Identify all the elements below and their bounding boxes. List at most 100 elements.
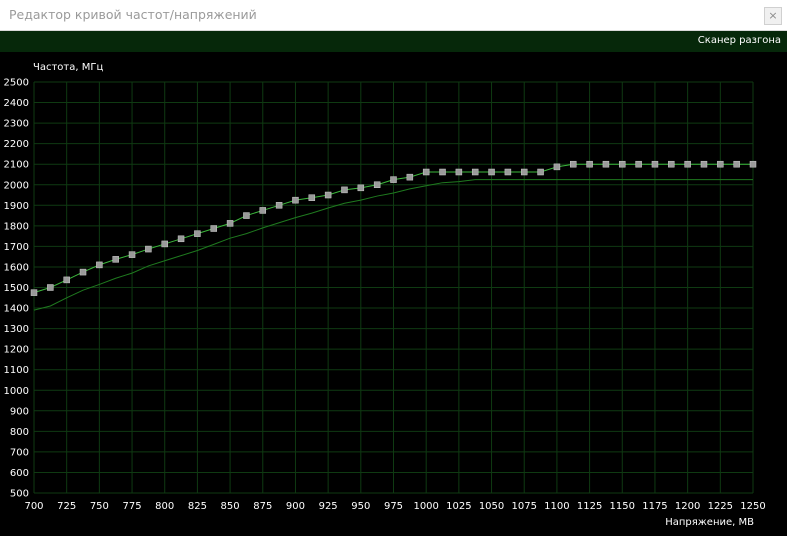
curve-point[interactable] [422,168,430,176]
x-axis-label: Напряжение, МВ [665,517,754,528]
curve-point[interactable] [341,186,348,194]
y-axis-label: Частота, МГц [33,62,103,73]
y-tick-label: 2200 [4,139,29,150]
curve-point[interactable] [194,230,201,237]
overclock-scanner-button[interactable]: Сканер разгона [698,35,781,46]
y-tick-label: 2500 [4,78,29,89]
curve-point[interactable] [357,184,365,192]
curve-point[interactable] [717,160,724,168]
vf-curve-chart[interactable]: 500 600 700 800 900 1000 1100 1200 1300 1400 1500 1… [0,52,787,536]
x-tick-label: 975 [384,501,403,512]
y-tick-label: 1600 [4,262,29,273]
curve-point[interactable] [243,212,250,219]
y-tick-label: 1100 [4,365,29,376]
y-tick-label: 2400 [4,98,29,109]
curve-point[interactable] [63,276,70,284]
curve-point[interactable] [308,194,316,201]
curve-point[interactable] [324,191,332,199]
x-tick-label: 825 [188,501,207,512]
x-tick-label: 1250 [740,501,765,512]
y-tick-label: 700 [10,447,29,458]
y-axis-ticks: 500 600 700 800 900 1000 1100 1200 1300 1400 1500 1… [4,78,29,500]
curve-point[interactable] [602,160,610,168]
y-tick-label: 1800 [4,221,29,232]
curve-point[interactable] [47,284,54,291]
x-tick-label: 1150 [610,501,635,512]
y-tick-label: 800 [10,427,29,438]
toolbar: Сканер разгона [0,31,787,52]
y-tick-label: 2300 [4,119,29,130]
y-tick-label: 900 [10,406,29,417]
curve-point[interactable] [373,181,381,188]
curve-point[interactable] [651,160,659,168]
y-tick-label: 1500 [4,283,29,294]
x-tick-label: 850 [221,501,240,512]
y-tick-label: 1400 [4,304,29,315]
x-tick-label: 1025 [446,501,471,512]
y-tick-label: 1300 [4,324,29,335]
curve-point[interactable] [292,196,299,204]
curve-point[interactable] [684,160,691,168]
title-bar: Редактор кривой частот/напряжений × [0,0,787,31]
curve-point[interactable] [390,176,397,183]
y-tick-label: 1000 [4,386,29,397]
curve-point[interactable] [259,207,267,214]
curve-point[interactable] [520,168,528,176]
y-tick-label: 1700 [4,242,29,253]
x-tick-label: 1050 [479,501,504,512]
curve-point[interactable] [471,168,479,176]
x-tick-label: 950 [351,501,370,512]
x-tick-label: 775 [122,501,141,512]
curve-point[interactable] [128,251,136,258]
curve-point[interactable] [504,168,512,176]
x-tick-label: 1225 [708,501,733,512]
curve-point[interactable] [455,168,463,176]
x-axis-ticks: 700 725 750 775 800 825 850 875 900 925 950 975 1000… [24,501,765,512]
curve-point[interactable] [635,160,642,168]
x-tick-label: 900 [286,501,305,512]
curve-point[interactable] [619,160,626,168]
curve-point[interactable] [210,225,217,232]
curve-point[interactable] [586,160,593,168]
curve-point[interactable] [112,256,119,263]
curve-point[interactable] [96,261,103,269]
x-tick-label: 700 [24,501,43,512]
curve-point[interactable] [145,245,152,253]
window-title: Редактор кривой частот/напряжений [9,7,257,22]
x-tick-label: 800 [155,501,174,512]
curve-point[interactable] [749,160,757,168]
curve-point[interactable] [275,202,283,209]
x-tick-label: 725 [57,501,76,512]
curve-point[interactable] [226,220,234,227]
x-tick-label: 1075 [512,501,537,512]
y-tick-label: 2000 [4,180,29,191]
x-tick-label: 925 [319,501,338,512]
y-tick-label: 500 [10,489,29,500]
x-tick-label: 1000 [413,501,438,512]
x-tick-label: 1125 [577,501,602,512]
curve-point[interactable] [668,160,675,168]
curve-point[interactable] [30,289,38,296]
curve-point[interactable] [488,168,495,176]
y-tick-label: 1900 [4,201,29,212]
curve-point[interactable] [553,163,561,171]
curve-point[interactable] [733,160,740,168]
x-tick-label: 1175 [642,501,667,512]
y-tick-label: 2100 [4,160,29,171]
curve-point[interactable] [700,160,708,168]
chart-grid [33,81,754,494]
curve-point[interactable] [570,160,577,168]
curve-point[interactable] [537,168,544,176]
curve-point[interactable] [161,240,168,248]
x-tick-label: 750 [90,501,109,512]
x-tick-label: 1100 [544,501,569,512]
curve-point[interactable] [177,235,185,243]
curve-point[interactable] [406,173,414,181]
y-tick-label: 600 [10,468,29,479]
close-button[interactable]: × [764,7,782,25]
curve-point[interactable] [79,268,87,276]
x-tick-label: 1200 [675,501,700,512]
y-tick-label: 1200 [4,345,29,356]
x-tick-label: 875 [253,501,272,512]
curve-point[interactable] [439,168,446,176]
